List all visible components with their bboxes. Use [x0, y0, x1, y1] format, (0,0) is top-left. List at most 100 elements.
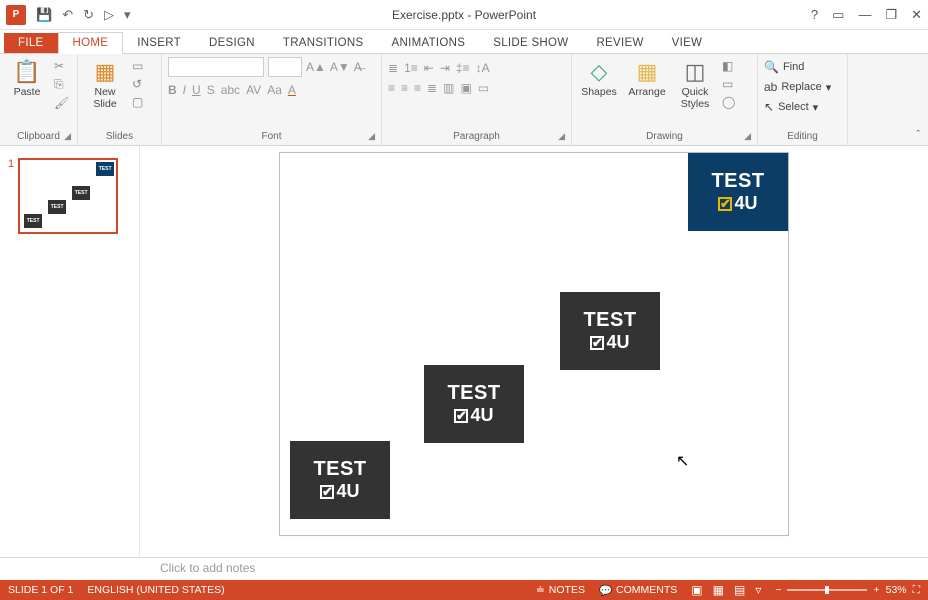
tab-home[interactable]: HOME — [58, 32, 124, 54]
font-color-icon[interactable]: A — [288, 83, 296, 97]
zoom-in-icon[interactable]: + — [873, 584, 879, 596]
quick-styles-label: Quick Styles — [681, 87, 710, 110]
align-center-icon[interactable]: ≡ — [401, 81, 408, 95]
align-right-icon[interactable]: ≡ — [414, 81, 421, 95]
reading-view-icon[interactable]: ▤ — [734, 583, 745, 597]
tab-slideshow[interactable]: SLIDE SHOW — [479, 33, 582, 53]
slideshow-view-icon[interactable]: ▿ — [755, 583, 761, 597]
title-bar: P 💾 ↶ ↻ ▷ ▾ Exercise.pptx - PowerPoint ?… — [0, 0, 928, 30]
text-direction-icon[interactable]: ↕A — [476, 61, 490, 75]
reset-icon[interactable]: ↺ — [132, 77, 143, 91]
tab-design[interactable]: DESIGN — [195, 33, 269, 53]
shape-outline-icon[interactable]: ▭ — [722, 77, 735, 91]
ribbon-options-icon[interactable]: ▭ — [832, 7, 844, 23]
notes-label: NOTES — [549, 584, 585, 596]
align-left-icon[interactable]: ≡ — [388, 81, 395, 95]
new-slide-button[interactable]: ▦ New Slide — [84, 57, 126, 110]
font-dialog-icon[interactable]: ◢ — [368, 131, 375, 142]
paste-icon: 📋 — [13, 59, 40, 85]
normal-view-icon[interactable]: ▣ — [691, 583, 702, 597]
close-icon[interactable]: ✕ — [911, 7, 922, 23]
zoom-level[interactable]: 53% — [886, 584, 907, 596]
help-icon[interactable]: ? — [811, 7, 818, 23]
quick-styles-button[interactable]: ◫ Quick Styles — [674, 57, 716, 110]
slide-canvas[interactable]: TEST ✔4U TEST ✔4U TEST ✔4U TEST ✔4U ↖ — [279, 152, 789, 536]
columns-icon[interactable]: ▥ — [443, 81, 454, 95]
picture-3[interactable]: TEST ✔4U — [560, 292, 660, 370]
qat-more-icon[interactable]: ▾ — [124, 7, 131, 23]
line-spacing-icon[interactable]: ‡≡ — [456, 61, 470, 75]
tab-transitions[interactable]: TRANSITIONS — [269, 33, 378, 53]
logo-text: TEST — [313, 458, 366, 481]
align-text-icon[interactable]: ▣ — [460, 81, 471, 95]
numbering-icon[interactable]: 1≡ — [404, 61, 418, 75]
dec-indent-icon[interactable]: ⇤ — [424, 61, 434, 75]
copy-icon[interactable]: ⎘ — [54, 77, 69, 92]
bullets-icon[interactable]: ≣ — [388, 61, 398, 75]
inc-indent-icon[interactable]: ⇥ — [440, 61, 450, 75]
tab-view[interactable]: VIEW — [658, 33, 717, 53]
notes-toggle[interactable]: ≐NOTES — [536, 584, 585, 596]
arrange-button[interactable]: ▦ Arrange — [626, 57, 668, 99]
grow-font-icon[interactable]: A▲ — [306, 60, 326, 74]
font-name-combo[interactable] — [168, 57, 264, 77]
underline-icon[interactable]: U — [192, 83, 201, 97]
restore-icon[interactable]: ❐ — [885, 7, 897, 23]
shape-fill-icon[interactable]: ◧ — [722, 59, 735, 73]
picture-2[interactable]: TEST ✔4U — [424, 365, 524, 443]
picture-4[interactable]: TEST ✔4U — [688, 153, 788, 231]
smartart-icon[interactable]: ▭ — [478, 81, 489, 95]
spacing-icon[interactable]: AV — [246, 83, 261, 97]
tab-animations[interactable]: ANIMATIONS — [378, 33, 480, 53]
zoom-slider[interactable] — [787, 589, 867, 591]
mini-logo: TEST — [75, 191, 88, 196]
shadow-icon[interactable]: abc — [221, 83, 240, 97]
section-icon[interactable]: ▢ — [132, 95, 143, 109]
drawing-dialog-icon[interactable]: ◢ — [744, 131, 751, 142]
comments-icon: 💬 — [599, 584, 612, 597]
case-icon[interactable]: Aa — [267, 83, 282, 97]
justify-icon[interactable]: ≣ — [427, 81, 437, 95]
find-button[interactable]: 🔍Find — [764, 57, 804, 77]
tab-insert[interactable]: INSERT — [123, 33, 195, 53]
layout-icon[interactable]: ▭ — [132, 59, 143, 73]
save-icon[interactable]: 💾 — [36, 7, 52, 23]
replace-button[interactable]: abReplace▾ — [764, 77, 831, 97]
paste-button[interactable]: 📋 Paste — [6, 57, 48, 99]
comments-toggle[interactable]: 💬COMMENTS — [599, 584, 677, 597]
language-button[interactable]: ENGLISH (UNITED STATES) — [87, 584, 224, 596]
tab-review[interactable]: REVIEW — [582, 33, 657, 53]
shapes-button[interactable]: ◇ Shapes — [578, 57, 620, 99]
strike-icon[interactable]: S — [207, 83, 215, 97]
zoom-control: − + 53% ⛶ — [775, 584, 920, 597]
slide-thumbnail-1[interactable]: TEST TEST TEST TEST — [18, 158, 118, 234]
shape-effects-icon[interactable]: ◯ — [722, 95, 735, 109]
start-slideshow-icon[interactable]: ▷ — [104, 7, 114, 23]
group-paragraph-label: Paragraph — [453, 131, 500, 142]
notes-pane[interactable]: Click to add notes — [0, 557, 928, 580]
format-painter-icon[interactable]: 🖌 — [54, 96, 69, 110]
clipboard-dialog-icon[interactable]: ◢ — [64, 131, 71, 142]
font-size-combo[interactable] — [268, 57, 302, 77]
select-button[interactable]: ↖Select▾ — [764, 97, 818, 117]
fit-window-icon[interactable]: ⛶ — [913, 584, 920, 597]
bold-icon[interactable]: B — [168, 83, 177, 97]
collapse-ribbon-icon[interactable]: ˆ — [916, 129, 920, 141]
paragraph-dialog-icon[interactable]: ◢ — [558, 131, 565, 142]
shapes-icon: ◇ — [591, 59, 608, 85]
sorter-view-icon[interactable]: ▦ — [713, 583, 724, 597]
redo-icon[interactable]: ↻ — [83, 7, 94, 23]
shrink-font-icon[interactable]: A▼ — [330, 60, 350, 74]
undo-icon[interactable]: ↶ — [62, 7, 73, 23]
zoom-out-icon[interactable]: − — [775, 584, 781, 596]
italic-icon[interactable]: I — [183, 83, 186, 97]
slide-editor[interactable]: TEST ✔4U TEST ✔4U TEST ✔4U TEST ✔4U ↖ — [140, 146, 928, 557]
mini-logo: TEST — [51, 205, 64, 210]
chevron-down-icon: ▾ — [826, 81, 832, 94]
tab-file[interactable]: FILE — [4, 33, 58, 53]
slide-counter[interactable]: SLIDE 1 OF 1 — [8, 584, 73, 596]
picture-1[interactable]: TEST ✔4U — [290, 441, 390, 519]
cut-icon[interactable]: ✂ — [54, 59, 69, 73]
clear-format-icon[interactable]: A̶ — [354, 60, 362, 74]
minimize-icon[interactable]: — — [858, 7, 871, 23]
